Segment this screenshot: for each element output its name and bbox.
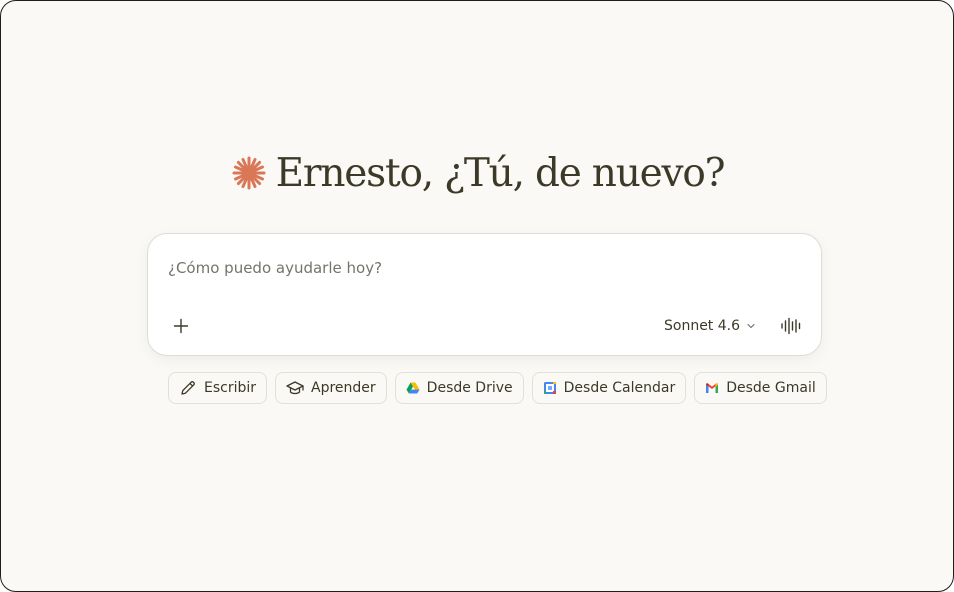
- chip-label: Desde Gmail: [726, 380, 816, 396]
- voice-waveform-icon: [781, 317, 801, 335]
- google-calendar-icon: [543, 382, 556, 394]
- chip-desde-gmail[interactable]: Desde Gmail: [694, 372, 827, 404]
- model-label: Sonnet 4.6: [664, 318, 741, 334]
- chip-label: Desde Drive: [426, 380, 513, 396]
- model-selector[interactable]: Sonnet 4.6: [664, 312, 756, 340]
- chip-escribir[interactable]: Escribir: [168, 372, 268, 404]
- app-window: Ernesto, ¿Tú, de nuevo? Sonnet 4.6: [0, 0, 954, 592]
- message-composer: Sonnet 4.6: [147, 233, 822, 356]
- plus-icon: [173, 318, 189, 334]
- add-attachment-button[interactable]: [166, 311, 196, 341]
- voice-mode-button[interactable]: [776, 311, 806, 341]
- chip-label: Escribir: [204, 380, 257, 396]
- pencil-icon: [181, 381, 195, 395]
- chip-aprender[interactable]: Aprender: [275, 372, 387, 404]
- suggestion-chips: Escribir Aprender Desde Drive Desde Cale…: [168, 372, 827, 404]
- chip-label: Aprender: [311, 380, 376, 396]
- prompt-input[interactable]: [168, 254, 798, 282]
- spark-icon: [232, 156, 266, 190]
- chip-label: Desde Calendar: [563, 380, 676, 396]
- chevron-down-icon: [747, 323, 755, 329]
- greeting-title: Ernesto, ¿Tú, de nuevo?: [275, 150, 726, 196]
- graduation-cap-icon: [286, 381, 304, 395]
- greeting-header: Ernesto, ¿Tú, de nuevo?: [1, 143, 953, 203]
- chip-desde-drive[interactable]: Desde Drive: [394, 372, 524, 404]
- chip-desde-calendar[interactable]: Desde Calendar: [531, 372, 687, 404]
- google-drive-icon: [406, 382, 420, 394]
- gmail-icon: [706, 383, 719, 393]
